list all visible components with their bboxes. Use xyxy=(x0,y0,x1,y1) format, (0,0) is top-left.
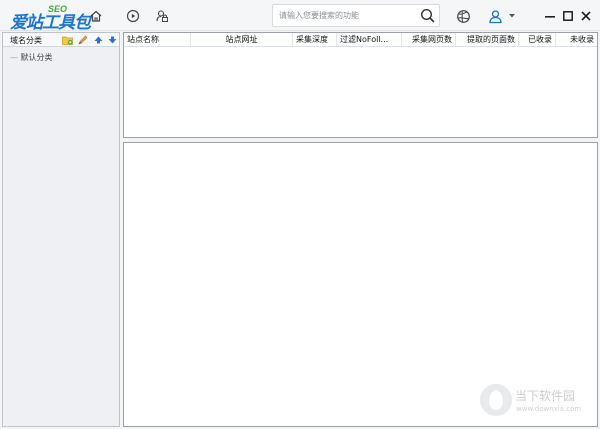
column-header-pages-extracted[interactable]: 提取的页面数 xyxy=(456,33,519,47)
title-bar: 爱站工具包 SEO xyxy=(0,0,600,32)
column-header-crawl-depth[interactable]: 采集深度 xyxy=(293,33,337,47)
move-up-icon[interactable] xyxy=(93,35,104,45)
column-header-indexed[interactable]: 已收录 xyxy=(519,33,556,47)
logo-badge: SEO xyxy=(48,4,68,14)
user-lock-icon xyxy=(156,10,168,22)
column-header-pages-crawled[interactable]: 采集网页数 xyxy=(402,33,456,47)
account-security-button[interactable] xyxy=(152,6,172,26)
category-header: 域名分类 xyxy=(3,33,119,47)
watermark: 当下软件园 www.downxia.com xyxy=(480,384,592,420)
add-folder-icon[interactable] xyxy=(62,35,73,45)
maximize-button[interactable] xyxy=(558,6,578,26)
close-button[interactable] xyxy=(576,6,596,26)
column-header-filter-nofollow[interactable]: 过滤NoFoll... xyxy=(337,33,402,47)
user-button[interactable] xyxy=(485,6,505,26)
user-menu-button[interactable] xyxy=(506,6,518,26)
tree-item-label: 默认分类 xyxy=(20,53,53,62)
watermark-url: www.downxia.com xyxy=(516,405,582,413)
site-table[interactable]: 站点名称 站点网址 采集深度 过滤NoFoll... 采集网页数 提取的页面数 … xyxy=(123,32,598,138)
table-header: 站点名称 站点网址 采集深度 过滤NoFoll... 采集网页数 提取的页面数 … xyxy=(124,33,597,47)
tree-branch-marker: — xyxy=(10,53,18,62)
minimize-button[interactable] xyxy=(540,6,560,26)
minimize-icon xyxy=(545,16,555,18)
category-title: 域名分类 xyxy=(10,36,42,45)
chevron-down-icon xyxy=(509,14,515,18)
play-button[interactable] xyxy=(123,6,143,26)
home-button[interactable] xyxy=(86,6,106,26)
play-circle-icon xyxy=(126,9,140,23)
search-icon[interactable] xyxy=(420,8,435,23)
browser-button[interactable] xyxy=(453,6,473,26)
maximize-icon xyxy=(563,11,573,21)
home-icon xyxy=(90,10,102,22)
app-logo: 爱站工具包 SEO xyxy=(10,4,91,32)
search-input[interactable] xyxy=(273,5,418,26)
watermark-logo-icon xyxy=(480,384,512,416)
watermark-name: 当下软件园 xyxy=(515,389,576,403)
globe-icon xyxy=(456,9,470,23)
column-header-site-url[interactable]: 站点网址 xyxy=(191,33,293,47)
search-box[interactable] xyxy=(272,4,440,27)
move-down-icon[interactable] xyxy=(107,35,118,45)
close-icon xyxy=(581,11,591,21)
column-header-not-indexed[interactable]: 未收录 xyxy=(556,33,597,47)
user-icon xyxy=(488,9,502,23)
tree-item-default-category[interactable]: — 默认分类 xyxy=(10,52,53,63)
edit-pencil-icon[interactable] xyxy=(77,35,88,45)
column-header-site-name[interactable]: 站点名称 xyxy=(124,33,191,47)
category-panel: 域名分类 — 默认分类 xyxy=(2,32,120,427)
